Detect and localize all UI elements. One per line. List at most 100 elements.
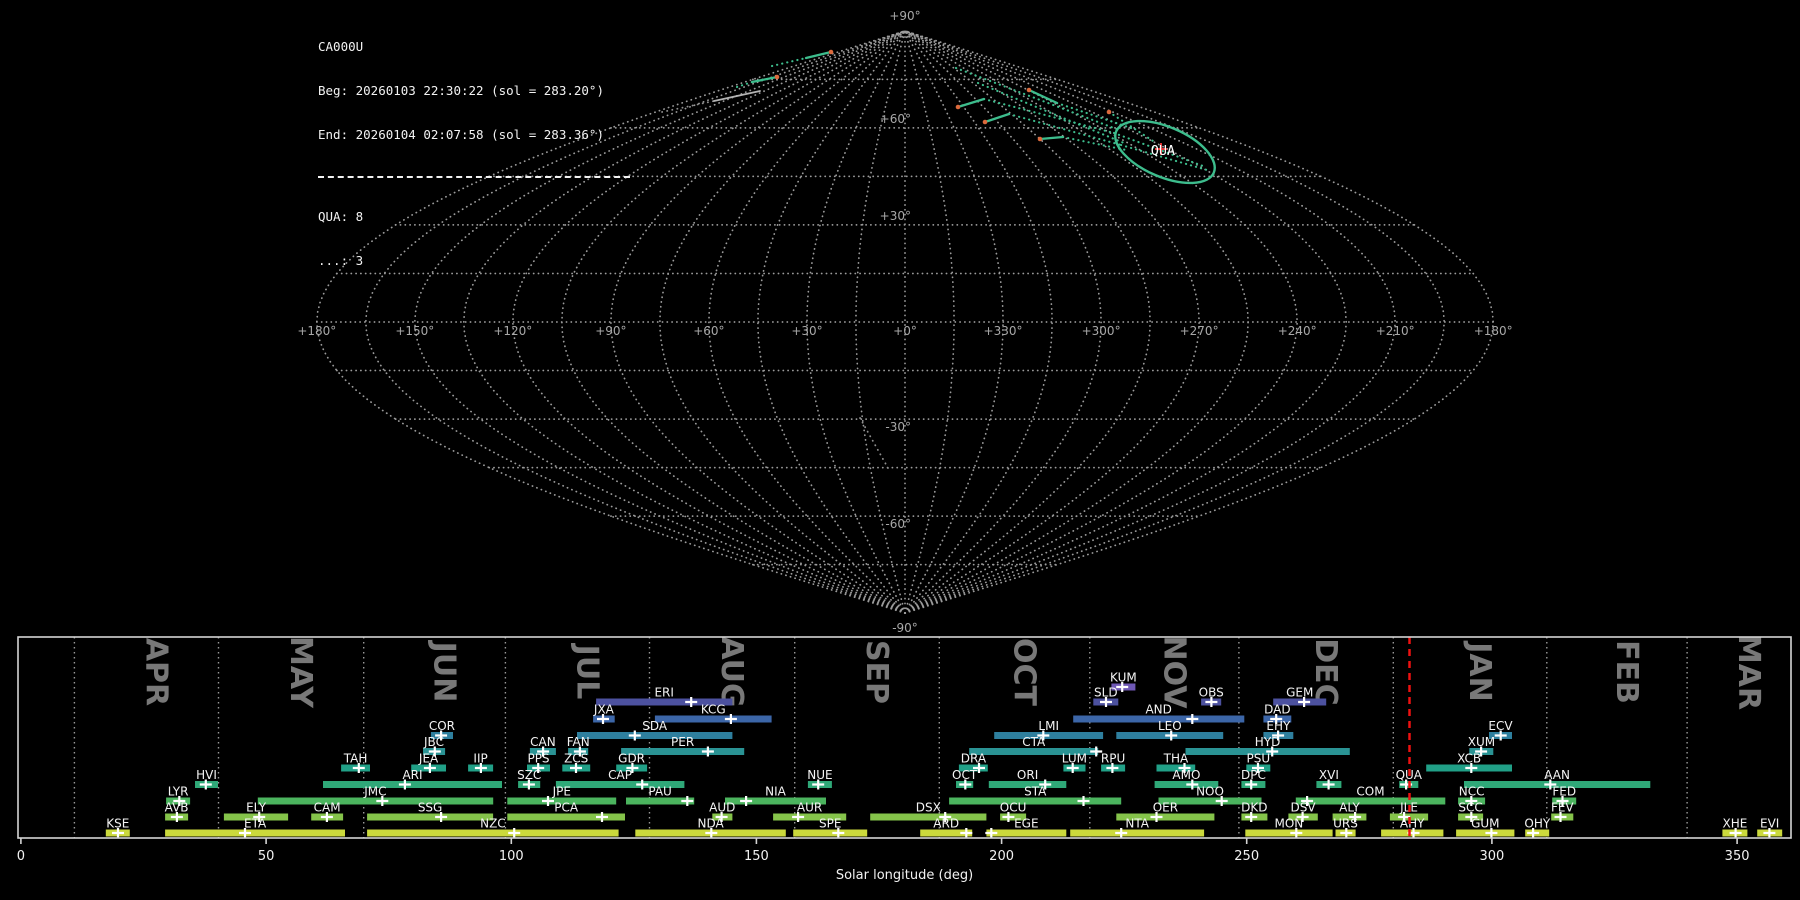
shower-bar (949, 797, 1122, 805)
month-label: SEP (859, 640, 894, 704)
shower-bar (323, 781, 502, 788)
shower-code-label: SDA (642, 719, 668, 733)
month-label: JAN (1462, 640, 1497, 702)
shower-code-label: LYR (168, 785, 189, 799)
shower-code-label: TAH (343, 752, 368, 766)
trail-start-dot (1106, 109, 1112, 115)
shower-code-label: LUM (1062, 752, 1087, 766)
lat-label: +30° (880, 209, 911, 223)
shower-bar (367, 829, 619, 837)
shower-code-label: ERI (654, 686, 673, 700)
x-axis: 0 50 100 150 200 250 300 350 Solar longitude (de… (17, 838, 1750, 883)
month-label: MAY (283, 636, 318, 709)
month-label: AUG (714, 636, 749, 707)
shower-bar (367, 813, 494, 821)
shower-code-label: DPC (1241, 768, 1266, 782)
shower-bar (1245, 829, 1333, 837)
trail-solid (983, 112, 1011, 124)
sporadic-trail (713, 90, 761, 102)
x-tick-label: 300 (1479, 849, 1504, 864)
shower-code-label: DAD (1264, 703, 1290, 717)
shower-code-label: LEO (1158, 719, 1182, 733)
lon-label: +30° (791, 324, 822, 338)
lon-label: +0° (893, 324, 917, 338)
x-tick-label: 250 (1234, 849, 1259, 864)
shower-code-label: FED (1552, 785, 1576, 799)
info-panel: CA000U Beg: 20260103 22:30:22 (sol = 283… (318, 11, 630, 297)
sporadic-trail-dotted (661, 100, 715, 113)
shower-bar (1070, 829, 1205, 837)
shower-count: QUA: 8 (318, 208, 364, 224)
lon-label: +300° (1082, 324, 1121, 338)
lon-label: +150° (395, 324, 434, 338)
x-tick-label: 50 (258, 849, 275, 864)
shower-code-label: GEM (1286, 686, 1313, 700)
shower-code-label: AAN (1544, 768, 1570, 782)
plot-canvas: +90° +60° +30° -30° -60° -90° +180° +150° +120° +… (17, 9, 1792, 883)
shower-code-label: ALY (1339, 801, 1360, 815)
shower-code-label: NUE (807, 768, 832, 782)
end-time: End: 20260104 02:07:58 (sol = 283.36°) (318, 126, 604, 142)
shower-bar (257, 797, 494, 805)
shower-code-label: CAP (608, 768, 632, 782)
shower-code-label: ORI (1017, 768, 1038, 782)
lat-label: -60° (885, 517, 911, 531)
lat-label: +90° (889, 9, 920, 23)
shower-code-label: EGE (1014, 817, 1038, 831)
shower-code-label: OCU (1000, 801, 1027, 815)
trail-start-dot (982, 119, 988, 125)
trail-solid (1038, 135, 1065, 141)
month-label: DEC (1308, 638, 1343, 705)
month-label: NOV (1156, 635, 1191, 709)
shower-code-label: KCG (701, 703, 726, 717)
shower-code-label: NZC (480, 817, 506, 831)
trail-start-dot (1026, 87, 1032, 93)
shower-code-label: KUM (1110, 671, 1137, 685)
trail-start-dot (955, 104, 961, 110)
lat-label: -30° (885, 420, 911, 434)
lon-label: +60° (693, 324, 724, 338)
shower-code-label: SSG (418, 801, 443, 815)
lon-label: +330° (984, 324, 1023, 338)
trail-dotted (735, 80, 754, 89)
month-label: APR (139, 638, 174, 706)
shower-code-label: DSX (916, 801, 941, 815)
x-tick-label: 0 (17, 849, 25, 864)
lon-label: +90° (595, 324, 626, 338)
trail-dotted (770, 56, 808, 68)
meridian-line (904, 30, 1348, 614)
shower-code-label: JPE (552, 785, 571, 799)
month-label: MAR (1731, 634, 1766, 710)
x-tick-label: 150 (744, 849, 769, 864)
shower-bar (986, 829, 1067, 837)
shower-code-label: AMO (1172, 768, 1200, 782)
shower-code-label: FAN (567, 735, 590, 749)
station-id: CA000U (318, 39, 364, 55)
trail-solid (956, 97, 986, 109)
lon-label: +120° (493, 324, 532, 338)
shower-code-label: NTA (1125, 817, 1149, 831)
shower-code-label: LMI (1038, 719, 1059, 733)
shower-code-label: ELY (246, 801, 267, 815)
trail-start-dot (774, 74, 780, 80)
x-tick-label: 200 (989, 849, 1014, 864)
shower-code-label: DRA (961, 752, 987, 766)
shower-bar (870, 813, 987, 821)
shower-code-label: AND (1145, 703, 1171, 717)
lon-label: +240° (1278, 324, 1317, 338)
shower-bar (165, 829, 345, 837)
shower-code-label: XCB (1457, 752, 1481, 766)
shower-code-label: ETA (244, 817, 267, 831)
shower-bar (1456, 829, 1515, 837)
shower-bar (654, 715, 772, 723)
shower-code-label: NOO (1196, 785, 1224, 799)
radiant-code-label: QUA (1151, 143, 1175, 159)
trail-solid (804, 50, 833, 60)
shower-code-label: COM (1356, 785, 1384, 799)
shower-code-label: GUM (1471, 817, 1499, 831)
shower-code-label: MON (1275, 817, 1304, 831)
shower-labels: KSELYRAVBETAHVIELYJMCCAMARITAHSSGNZCJEAJ… (106, 671, 1779, 831)
app-canvas: +90° +60° +30° -30° -60° -90° +180° +150° +120° +… (0, 0, 1800, 900)
month-labels: APR MAY JUN JUL AUG SEP OCT NOV DEC JAN FEB MAR (139, 634, 1767, 710)
shower-bar (577, 732, 733, 739)
